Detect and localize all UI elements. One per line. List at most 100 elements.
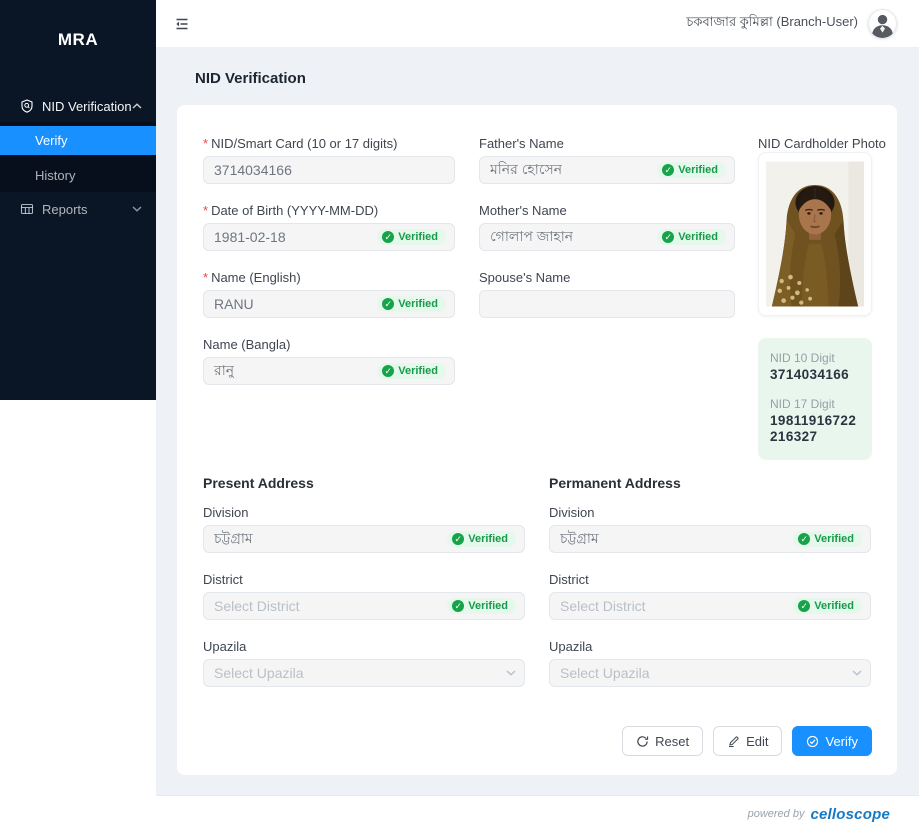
nid-digits-box: NID 10 Digit 3714034166 NID 17 Digit 198…: [758, 338, 872, 460]
name-en-input[interactable]: RANU ✓Verified: [203, 290, 455, 318]
reload-icon: [636, 735, 649, 748]
present-division-label: Division: [203, 505, 249, 520]
nid-value: 3714034166: [214, 162, 292, 178]
nid10-label: NID 10 Digit: [770, 351, 860, 365]
dob-label: *Date of Birth (YYYY-MM-DD): [203, 203, 378, 218]
permanent-district-select[interactable]: Select District ✓Verified: [549, 592, 871, 620]
sidebar-item-verify[interactable]: Verify: [0, 126, 156, 155]
dob-input[interactable]: 1981-02-18 ✓Verified: [203, 223, 455, 251]
required-mark: *: [203, 136, 208, 151]
permanent-address-title: Permanent Address: [549, 475, 681, 491]
verified-badge: ✓Verified: [447, 598, 516, 614]
present-upazila-placeholder: Select Upazila: [214, 665, 304, 681]
nid17-value: 19811916722216327: [770, 413, 860, 445]
cardholder-portrait-image: [766, 160, 864, 308]
page-title: NID Verification: [195, 70, 306, 87]
user-area[interactable]: চকবাজার কুমিল্লা (Branch-User): [686, 9, 897, 38]
sidebar: MRA NID Verification Verify History Repo…: [0, 0, 156, 400]
present-upazila-select[interactable]: Select Upazila: [203, 659, 525, 687]
page-footer: powered by celloscope: [156, 795, 919, 832]
father-value: মনির হোসেন: [490, 158, 562, 182]
permanent-upazila-label: Upazila: [549, 639, 592, 654]
user-name: চকবাজার কুমিল্লা (Branch-User): [686, 13, 858, 34]
verified-badge: ✓Verified: [447, 531, 516, 547]
powered-by-text: powered by: [748, 808, 805, 820]
permanent-division-value: চট্টগ্রাম: [560, 527, 599, 551]
nid-label: *NID/Smart Card (10 or 17 digits): [203, 136, 397, 151]
verified-badge: ✓Verified: [657, 162, 726, 178]
required-mark: *: [203, 203, 208, 218]
nid17-label: NID 17 Digit: [770, 397, 860, 411]
permanent-district-label: District: [549, 572, 589, 587]
name-bn-label: Name (Bangla): [203, 337, 290, 352]
check-circle-icon: ✓: [452, 533, 464, 545]
shield-scan-icon: [20, 99, 34, 113]
sidebar-item-label: NID Verification: [42, 99, 132, 114]
chevron-down-icon: [506, 670, 516, 676]
check-circle-icon: ✓: [798, 533, 810, 545]
pencil-icon: [727, 735, 740, 748]
chevron-down-icon: [132, 206, 142, 212]
father-label: Father's Name: [479, 136, 564, 151]
present-district-label: District: [203, 572, 243, 587]
check-circle-icon: ✓: [452, 600, 464, 612]
check-circle-icon: ✓: [798, 600, 810, 612]
sidebar-item-label: Verify: [35, 133, 68, 148]
mother-label: Mother's Name: [479, 203, 567, 218]
check-circle-icon: [806, 735, 819, 748]
name-bn-input[interactable]: রানু ✓Verified: [203, 357, 455, 385]
present-address-title: Present Address: [203, 475, 314, 491]
nid-cardholder-photo: [758, 152, 872, 316]
brand-logo: MRA: [0, 30, 156, 50]
nid-input[interactable]: 3714034166: [203, 156, 455, 184]
action-buttons: Reset Edit Verify: [622, 726, 872, 756]
permanent-upazila-select[interactable]: Select Upazila: [549, 659, 871, 687]
celloscope-logo: celloscope: [810, 806, 890, 823]
sidebar-item-nid-verification[interactable]: NID Verification: [0, 91, 156, 121]
table-icon: [20, 202, 34, 216]
sidebar-item-history[interactable]: History: [0, 161, 156, 190]
sidebar-item-label: Reports: [42, 202, 88, 217]
verify-button[interactable]: Verify: [792, 726, 872, 756]
check-circle-icon: ✓: [382, 298, 394, 310]
father-input[interactable]: মনির হোসেন ✓Verified: [479, 156, 735, 184]
menu-fold-icon[interactable]: [172, 14, 192, 34]
present-division-value: চট্টগ্রাম: [214, 527, 253, 551]
photo-label: NID Cardholder Photo: [758, 136, 886, 151]
present-division-input[interactable]: চট্টগ্রাম ✓Verified: [203, 525, 525, 553]
permanent-upazila-placeholder: Select Upazila: [560, 665, 650, 681]
top-header: চকবাজার কুমিল্লা (Branch-User): [156, 0, 919, 48]
nid-verification-card: *NID/Smart Card (10 or 17 digits) 371403…: [177, 105, 897, 775]
chevron-down-icon: [852, 670, 862, 676]
chevron-up-icon: [132, 103, 142, 109]
check-circle-icon: ✓: [662, 231, 674, 243]
nid10-value: 3714034166: [770, 367, 860, 383]
permanent-division-input[interactable]: চট্টগ্রাম ✓Verified: [549, 525, 871, 553]
mother-input[interactable]: গোলাপ জাহান ✓Verified: [479, 223, 735, 251]
reset-button[interactable]: Reset: [622, 726, 703, 756]
verified-badge: ✓Verified: [377, 296, 446, 312]
content-area: NID Verification *NID/Smart Card (10 or …: [156, 48, 919, 795]
mother-value: গোলাপ জাহান: [490, 225, 573, 249]
verified-badge: ✓Verified: [657, 229, 726, 245]
verified-badge: ✓Verified: [793, 531, 862, 547]
check-circle-icon: ✓: [382, 231, 394, 243]
sidebar-item-reports[interactable]: Reports: [0, 194, 156, 224]
dob-value: 1981-02-18: [214, 229, 286, 245]
present-district-select[interactable]: Select District ✓Verified: [203, 592, 525, 620]
user-avatar-icon[interactable]: [868, 9, 897, 38]
required-mark: *: [203, 270, 208, 285]
permanent-district-placeholder: Select District: [560, 598, 646, 614]
sidebar-item-label: History: [35, 168, 75, 183]
present-upazila-label: Upazila: [203, 639, 246, 654]
verified-badge: ✓Verified: [377, 363, 446, 379]
name-en-value: RANU: [214, 296, 254, 312]
check-circle-icon: ✓: [382, 365, 394, 377]
present-district-placeholder: Select District: [214, 598, 300, 614]
spouse-input[interactable]: [479, 290, 735, 318]
spouse-label: Spouse's Name: [479, 270, 570, 285]
edit-button[interactable]: Edit: [713, 726, 782, 756]
name-bn-value: রানু: [214, 359, 234, 383]
permanent-division-label: Division: [549, 505, 595, 520]
verified-badge: ✓Verified: [377, 229, 446, 245]
